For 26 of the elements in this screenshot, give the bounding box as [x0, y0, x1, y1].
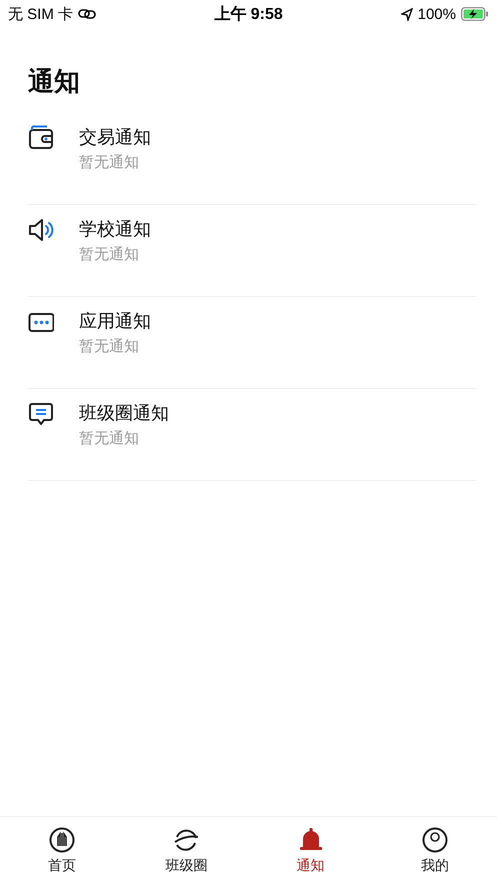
notification-title[interactable]: 应用通知	[79, 309, 151, 333]
message-icon	[28, 401, 54, 427]
notification-subtitle: 暂无通知	[79, 245, 140, 264]
notification-title[interactable]: 交易通知	[79, 125, 151, 149]
notification-subtitle: 暂无通知	[79, 153, 140, 172]
notification-subtitle: 暂无通知	[79, 337, 140, 356]
wallet-icon	[28, 125, 54, 151]
notification-title[interactable]: 学校通知	[79, 217, 151, 241]
tab-bar-item[interactable]: 班级圈	[124, 817, 248, 883]
person-icon	[422, 827, 448, 853]
home-icon	[49, 827, 76, 853]
carrier-name: 无 SIM 卡	[8, 4, 74, 24]
tab-bar-item[interactable]: 首页	[0, 817, 124, 883]
tab-bar-item[interactable]: 通知	[248, 817, 373, 883]
bell-icon	[298, 827, 324, 853]
page-title: 通知	[28, 66, 81, 99]
location-icon	[400, 8, 413, 20]
battery-percent: 100%	[418, 6, 456, 22]
notification-title[interactable]: 班级圈通知	[79, 401, 169, 425]
planet-icon	[173, 827, 200, 853]
link-icon	[78, 8, 96, 20]
battery-charging-icon	[461, 7, 489, 21]
speaker-icon	[28, 217, 54, 243]
clock: 上午 9:58	[214, 4, 283, 24]
notification-subtitle: 暂无通知	[79, 429, 140, 448]
tab-bar-item[interactable]: 我的	[372, 817, 497, 883]
